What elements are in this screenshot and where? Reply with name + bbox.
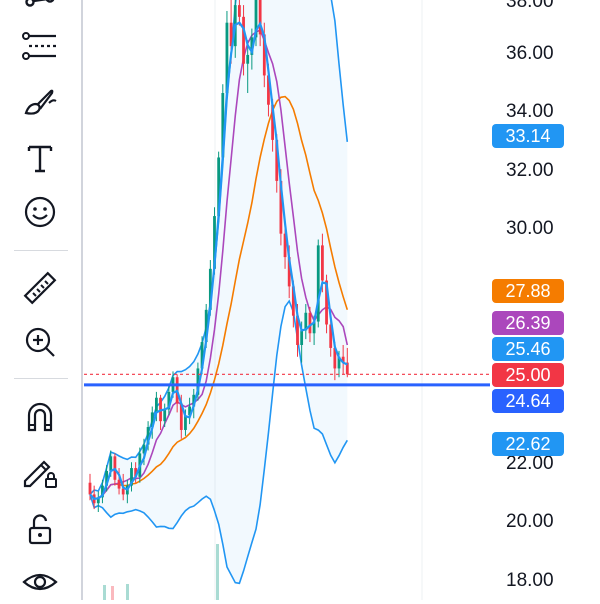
price-axis-label: 30.00 xyxy=(506,218,554,239)
bollinger-lower-price-badge: 22.62 xyxy=(492,432,564,456)
price-axis-label: 34.00 xyxy=(506,101,554,122)
price-axis-label: 32.00 xyxy=(506,160,554,181)
volume-bar xyxy=(216,544,219,600)
candle-body xyxy=(238,5,241,17)
candle-body xyxy=(242,16,245,64)
candle-body xyxy=(155,397,158,413)
candle-body xyxy=(163,409,167,422)
slow-ma-price-badge: 27.88 xyxy=(492,279,564,303)
price-axis-label: 36.00 xyxy=(506,43,554,64)
candle-body xyxy=(321,245,324,281)
price-axis-label: 18.00 xyxy=(506,570,554,591)
candle-body xyxy=(246,54,250,64)
horizontal-line-price-badge: 24.64 xyxy=(492,389,564,413)
volume-bars xyxy=(103,544,219,600)
candle-body xyxy=(88,482,92,495)
candle-body xyxy=(121,488,125,495)
bollinger-upper-price-badge: 33.14 xyxy=(492,124,564,148)
candle-body xyxy=(109,456,113,471)
price-axis-label: 22.00 xyxy=(506,453,554,474)
candle-body xyxy=(300,330,304,345)
price-axis-label: 38.00 xyxy=(506,0,554,12)
volume-bar xyxy=(126,584,129,600)
candle-body xyxy=(308,312,312,334)
price-axis-label: 20.00 xyxy=(506,511,554,532)
fast-ma-price-badge: 25.46 xyxy=(492,337,564,361)
volume-bar xyxy=(103,585,106,600)
mid-ma-price-badge: 26.39 xyxy=(492,311,564,335)
last-price-badge: 25.00 xyxy=(492,363,564,387)
volume-bar xyxy=(111,586,114,600)
